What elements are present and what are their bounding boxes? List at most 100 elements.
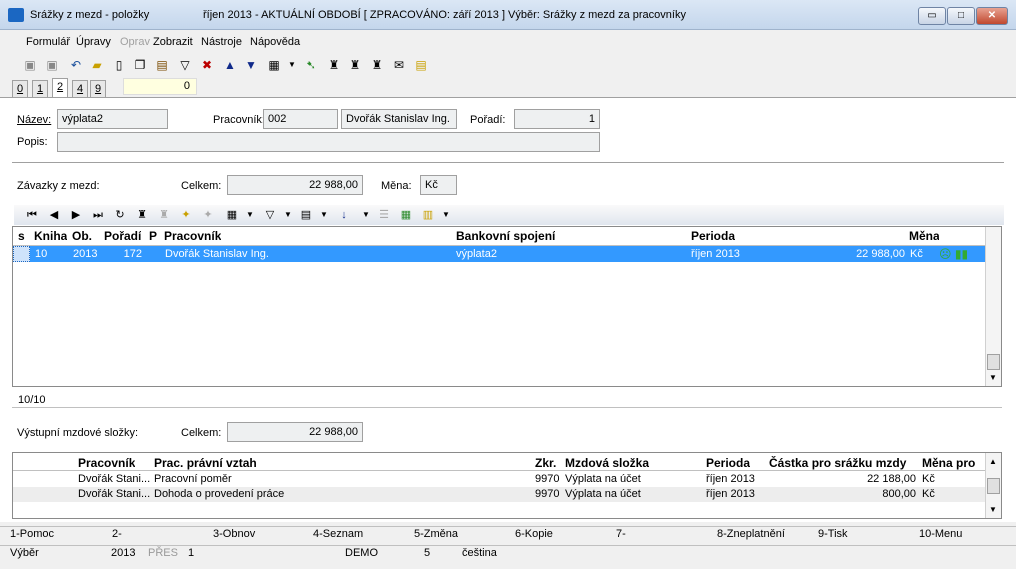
copy-icon[interactable]: ❐ [132, 57, 148, 73]
popis-field[interactable] [57, 132, 600, 152]
arrow-down-icon[interactable]: ▼ [243, 57, 259, 73]
col-pracovnik[interactable]: Pracovník [164, 228, 221, 245]
grid2-scroll-down-icon[interactable]: ▼ [989, 505, 997, 514]
fkey-2[interactable]: 2- [112, 526, 212, 544]
poradi-field[interactable]: 1 [514, 109, 600, 129]
col2-perioda[interactable]: Perioda [706, 455, 750, 472]
fkey-5[interactable]: 5-Změna [414, 526, 514, 544]
col-bankovni-spojeni[interactable]: Bankovní spojení [456, 228, 555, 245]
fkey-9[interactable]: 9-Tisk [818, 526, 918, 544]
save-as-icon[interactable]: ▣ [44, 57, 60, 73]
export-icon[interactable]: ➷ [303, 57, 319, 73]
fkey-4[interactable]: 4-Seznam [313, 526, 413, 544]
save-icon[interactable]: ▣ [22, 57, 38, 73]
columns-icon[interactable]: ▤ [298, 206, 314, 224]
nazev-field[interactable]: výplata2 [57, 109, 168, 129]
find-prev-icon[interactable]: ♜ [369, 57, 385, 73]
new-document-icon[interactable]: ▯ [111, 57, 127, 73]
fkey-1[interactable]: 1-Pomoc [10, 526, 110, 544]
first-record-icon[interactable]: ⏮ [24, 206, 40, 224]
grid1-scroll-thumb[interactable] [987, 354, 1000, 370]
grid-filter-icon[interactable]: ▽ [262, 206, 278, 224]
col2-castka[interactable]: Částka pro srážku mzdy [769, 455, 920, 472]
menu-oprav[interactable]: Oprav [120, 36, 150, 48]
mail-icon[interactable]: ✉ [391, 57, 407, 73]
col-poradi[interactable]: Pořadí [104, 228, 141, 245]
grid-print-icon[interactable]: ▦ [224, 206, 240, 224]
print-icon[interactable]: ▦ [266, 57, 282, 73]
nazev-label: Název: [17, 114, 52, 126]
indent-icon[interactable]: ☰ [376, 206, 392, 224]
columns-dropdown-icon[interactable]: ▼ [316, 206, 332, 224]
vystupni-celkem-field[interactable]: 22 988,00 [227, 422, 363, 442]
grid2-scroll-thumb[interactable] [987, 478, 1000, 494]
arrow-up-icon[interactable]: ▲ [222, 57, 238, 73]
tab-2[interactable]: 2 [52, 78, 68, 98]
maximize-button[interactable]: □ [947, 7, 975, 25]
fkey-7[interactable]: 7- [616, 526, 716, 544]
menu-napoveda[interactable]: Nápověda [250, 36, 300, 48]
col2-zkr[interactable]: Zkr. [535, 455, 556, 472]
grid-print-dropdown-icon[interactable]: ▼ [242, 206, 258, 224]
menu-upravy[interactable]: Úpravy [76, 36, 111, 48]
cell-pracovnik: Dvořák Stanislav Ing. [165, 248, 269, 260]
tab-1[interactable]: 1 [32, 80, 48, 98]
col-kniha[interactable]: Kniha [34, 228, 67, 245]
col-mena[interactable]: Měna [909, 228, 939, 245]
calculator-icon[interactable]: ▥ [420, 206, 436, 224]
tab-4[interactable]: 4 [72, 80, 88, 98]
open-folder-icon[interactable]: ▰ [89, 57, 105, 73]
col-p[interactable]: P [149, 228, 157, 245]
pracovnik-name-field[interactable]: Dvořák Stanislav Ing. [341, 109, 457, 129]
delete-icon[interactable]: ✖ [199, 57, 215, 73]
last-record-icon[interactable]: ⏭ [90, 206, 106, 224]
menu-zobrazit[interactable]: Zobrazit [153, 36, 193, 48]
next-record-icon[interactable]: ▶ [68, 206, 84, 224]
prev-record-icon[interactable]: ◀ [46, 206, 62, 224]
sort-dropdown-icon[interactable]: ▼ [358, 206, 374, 224]
undo-icon[interactable]: ↶ [68, 57, 84, 73]
close-button[interactable]: ✕ [976, 7, 1008, 25]
find-next-icon[interactable]: ♜ [347, 57, 363, 73]
refresh-icon[interactable]: ↻ [112, 206, 128, 224]
col-ob[interactable]: Ob. [72, 228, 92, 245]
fkey-3[interactable]: 3-Obnov [213, 526, 313, 544]
tab-9[interactable]: 9 [90, 80, 106, 98]
col2-pracovnik[interactable]: Pracovník [78, 455, 135, 472]
fkey-10[interactable]: 10-Menu [919, 526, 1009, 544]
mena-field[interactable]: Kč [420, 175, 457, 195]
celkem-field[interactable]: 22 988,00 [227, 175, 363, 195]
vystupni-label: Výstupní mzdové složky: [17, 427, 139, 439]
filter-icon[interactable]: ▽ [177, 57, 193, 73]
col2-mena[interactable]: Měna pro [922, 455, 982, 472]
menu-formular[interactable]: Formulář [26, 36, 70, 48]
fkey-6[interactable]: 6-Kopie [515, 526, 615, 544]
notes-icon[interactable]: ▤ [413, 57, 429, 73]
book-icon[interactable]: ▤ [154, 57, 170, 73]
vystupni-celkem-label: Celkem: [181, 427, 222, 439]
grid-binoculars-icon[interactable]: ♜ [134, 206, 150, 224]
col-s[interactable]: s [18, 228, 25, 245]
minimize-button[interactable]: ▭ [918, 7, 946, 25]
fkey-8[interactable]: 8-Zneplatnění [717, 526, 817, 544]
col2-prac-pravni-vztah[interactable]: Prac. právní vztah [154, 455, 257, 472]
excel-export-icon[interactable]: ▦ [398, 206, 414, 224]
row-selector[interactable] [13, 246, 30, 262]
grid-filter-dropdown-icon[interactable]: ▼ [280, 206, 296, 224]
remove-icon[interactable]: ✦ [200, 206, 216, 224]
grid-find-icon[interactable]: ♜ [156, 206, 172, 224]
binoculars-icon[interactable]: ♜ [326, 57, 342, 73]
add-star-icon[interactable]: ✦ [178, 206, 194, 224]
sort-icon[interactable]: ↓ [336, 206, 352, 224]
col2-mzdova-slozka[interactable]: Mzdová složka [565, 455, 649, 472]
dropdown-icon[interactable]: ▼ [284, 57, 300, 73]
col-perioda[interactable]: Perioda [691, 228, 735, 245]
menu-nastroje[interactable]: Nástroje [201, 36, 242, 48]
calculator-dropdown-icon[interactable]: ▼ [438, 206, 454, 224]
grid2-scroll-up-icon[interactable]: ▲ [989, 457, 997, 466]
grid1-footer [12, 388, 1002, 408]
tab-0[interactable]: 0 [12, 80, 28, 98]
col-castka[interactable] [817, 228, 907, 245]
grid1-scroll-down-icon[interactable]: ▼ [989, 373, 997, 382]
pracovnik-code-field[interactable]: 002 [263, 109, 338, 129]
